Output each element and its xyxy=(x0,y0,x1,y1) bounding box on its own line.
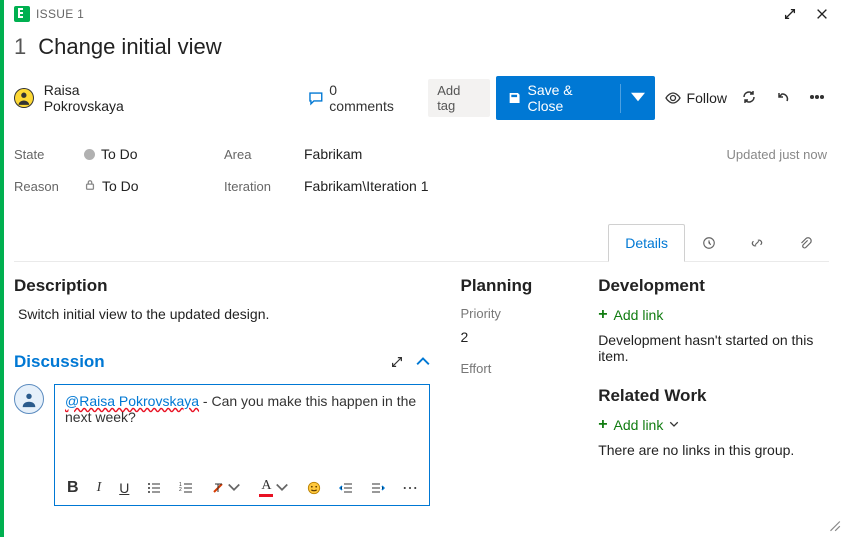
tab-attachments[interactable] xyxy=(781,224,829,261)
expand-icon[interactable] xyxy=(783,7,797,21)
effort-label: Effort xyxy=(460,361,568,376)
comment-editor[interactable]: @Raisa Pokrovskaya - Can you make this h… xyxy=(54,384,430,506)
follow-button[interactable]: Follow xyxy=(665,90,727,106)
discussion-expand-icon[interactable] xyxy=(390,355,404,369)
lock-icon xyxy=(84,178,96,194)
tab-links[interactable] xyxy=(733,224,781,261)
assignee-name[interactable]: Raisa Pokrovskaya xyxy=(44,82,162,114)
refresh-icon[interactable] xyxy=(737,85,761,112)
save-close-label: Save & Close xyxy=(527,82,607,114)
emoji-button[interactable] xyxy=(307,481,321,495)
iteration-value[interactable]: Fabrikam\Iteration 1 xyxy=(304,178,544,194)
priority-value[interactable]: 2 xyxy=(460,329,568,345)
number-list-button[interactable]: 12 xyxy=(179,481,193,495)
editor-toolbar: B I U 12 A xyxy=(55,470,429,505)
outdent-button[interactable] xyxy=(339,481,353,495)
development-hint: Development hasn't started on this item. xyxy=(598,332,829,364)
mention[interactable]: @Raisa Pokrovskaya xyxy=(65,393,199,409)
indent-button[interactable] xyxy=(371,481,385,495)
reason-label: Reason xyxy=(14,179,84,194)
bullet-list-button[interactable] xyxy=(147,481,161,495)
save-dropdown-caret[interactable] xyxy=(620,84,655,113)
comment-text[interactable]: @Raisa Pokrovskaya - Can you make this h… xyxy=(55,385,429,470)
save-close-button[interactable]: Save & Close xyxy=(496,76,654,120)
area-label: Area xyxy=(224,147,304,162)
italic-button[interactable]: I xyxy=(97,480,102,496)
priority-label: Priority xyxy=(460,306,568,321)
related-hint: There are no links in this group. xyxy=(598,442,829,458)
close-icon[interactable] xyxy=(815,7,829,21)
undo-icon[interactable] xyxy=(771,85,795,112)
tab-history[interactable] xyxy=(685,224,733,261)
discussion-collapse-icon[interactable] xyxy=(416,355,430,369)
follow-label: Follow xyxy=(687,90,727,106)
related-add-link-button[interactable]: +Add link xyxy=(598,416,829,434)
assignee-avatar[interactable] xyxy=(14,88,34,108)
state-value[interactable]: To Do xyxy=(84,146,224,162)
development-heading: Development xyxy=(598,276,829,296)
iteration-label: Iteration xyxy=(224,179,304,194)
underline-button[interactable]: U xyxy=(119,480,129,496)
font-color-button[interactable]: A xyxy=(259,478,289,497)
comments-button[interactable]: 0 comments xyxy=(308,82,405,114)
chevron-down-icon xyxy=(669,421,679,429)
description-heading: Description xyxy=(14,276,430,296)
toolbar-more-button[interactable] xyxy=(403,481,417,495)
state-dot-icon xyxy=(84,149,95,160)
reason-value[interactable]: To Do xyxy=(84,178,224,194)
plus-icon: + xyxy=(598,306,607,324)
dev-add-link-button[interactable]: +Add link xyxy=(598,306,829,324)
bold-button[interactable]: B xyxy=(67,479,79,497)
state-label: State xyxy=(14,147,84,162)
issue-type-icon xyxy=(14,6,30,22)
clear-format-button[interactable] xyxy=(211,481,241,495)
add-tag-button[interactable]: Add tag xyxy=(428,79,490,117)
related-heading: Related Work xyxy=(598,386,829,406)
area-value[interactable]: Fabrikam xyxy=(304,146,544,162)
comments-count: 0 comments xyxy=(329,82,404,114)
work-item-title[interactable]: Change initial view xyxy=(38,34,221,60)
description-text[interactable]: Switch initial view to the updated desig… xyxy=(14,306,430,322)
tab-details[interactable]: Details xyxy=(608,224,685,262)
planning-heading: Planning xyxy=(460,276,568,296)
discussion-heading: Discussion xyxy=(14,352,105,372)
work-item-id: 1 xyxy=(14,34,26,60)
updated-text: Updated just now xyxy=(544,147,829,162)
resize-grip-icon[interactable] xyxy=(827,518,841,535)
issue-type-label: ISSUE 1 xyxy=(36,7,84,21)
more-actions-icon[interactable] xyxy=(805,85,829,112)
svg-text:2: 2 xyxy=(179,487,182,493)
comment-author-avatar xyxy=(14,384,44,414)
plus-icon: + xyxy=(598,416,607,434)
